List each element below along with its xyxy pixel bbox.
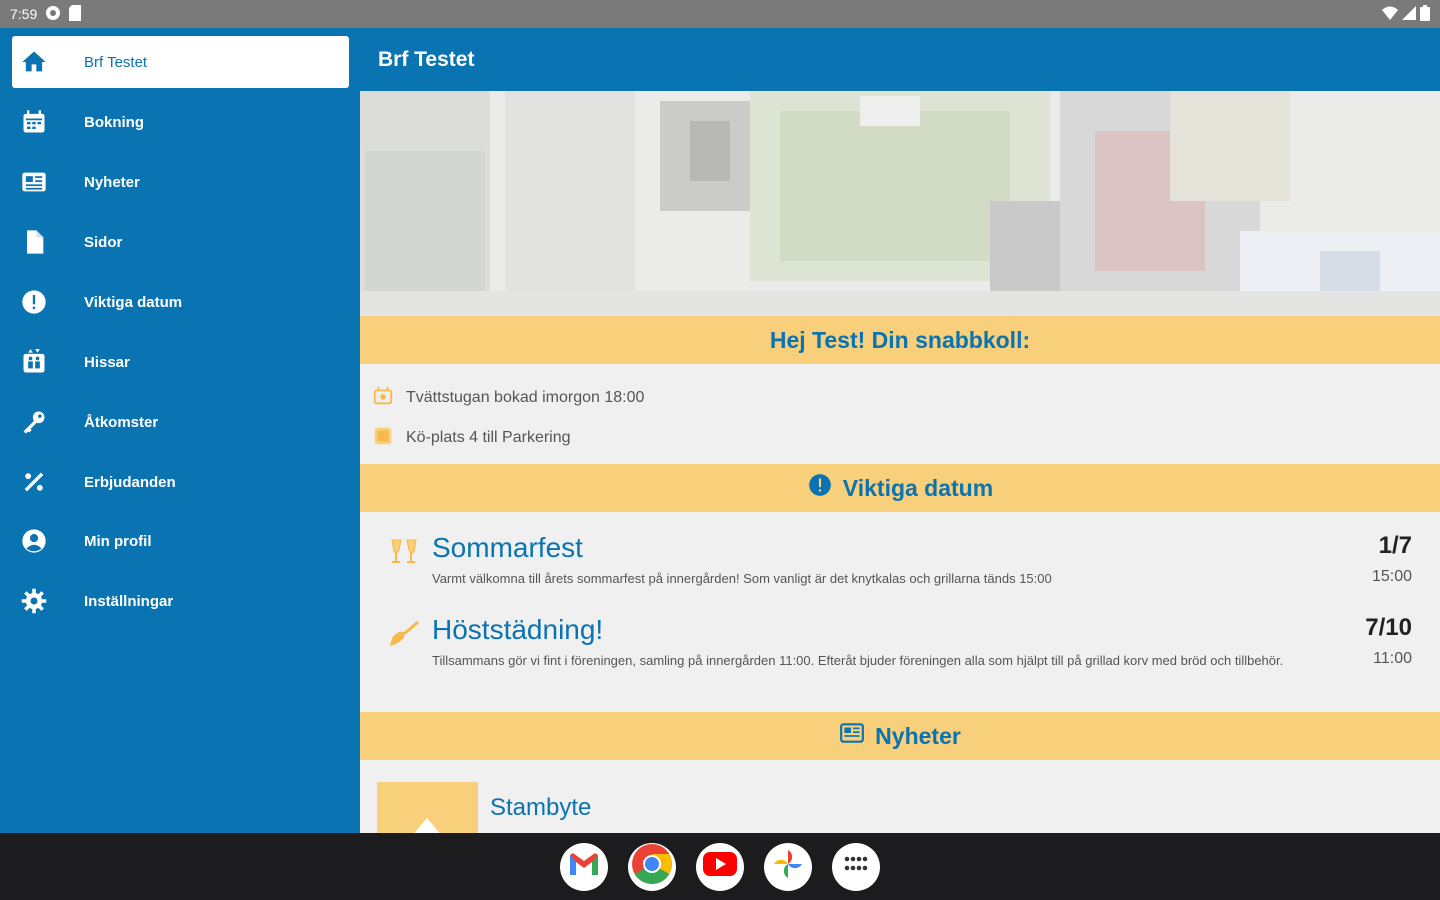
news-title: Stambyte <box>490 794 592 821</box>
event-time: 15:00 <box>1371 568 1412 585</box>
elevator-icon <box>12 348 56 376</box>
important-dates-header: Viktiga datum <box>360 464 1440 512</box>
app-bar: Brf Testet <box>360 28 1440 91</box>
alert-circle-icon <box>12 288 56 316</box>
apps-launcher[interactable] <box>832 842 880 891</box>
sidebar-item-atkomster[interactable]: Åtkomster <box>12 396 349 448</box>
broom-icon <box>388 620 420 712</box>
main-content: Brf Testet Hej Test! Din snabbkoll: Tvät… <box>360 28 1440 833</box>
sidebar-item-nyheter[interactable]: Nyheter <box>12 156 349 208</box>
sidebar-item-sidor[interactable]: Sidor <box>12 216 349 268</box>
sidebar-item-label: Min profil <box>84 532 152 550</box>
gear-icon <box>12 587 56 615</box>
chrome-app[interactable] <box>628 842 676 891</box>
key-icon <box>12 408 56 436</box>
percent-icon <box>12 468 56 496</box>
sidebar-item-label: Inställningar <box>84 592 174 610</box>
event-item[interactable]: Sommarfest Varmt välkomna till årets som… <box>360 532 1440 588</box>
event-date: 7/10 <box>1365 614 1412 641</box>
washer-icon <box>372 385 394 412</box>
sim-card-icon <box>69 4 82 24</box>
sidebar-item-label: Erbjudanden <box>84 473 176 491</box>
event-title: Sommarfest <box>432 532 583 563</box>
newspaper-icon <box>839 720 865 752</box>
event-item[interactable]: Höststädning! Tillsammans gör vi fint i … <box>360 614 1440 712</box>
app-dock <box>0 833 1440 900</box>
hero-aerial-image <box>360 91 1440 316</box>
quick-check-item[interactable]: Kö-plats 4 till Parkering <box>372 418 1440 458</box>
account-icon <box>12 527 56 555</box>
signal-icon <box>1402 5 1416 23</box>
battery-icon <box>1420 4 1430 24</box>
news-header: Nyheter <box>360 712 1440 760</box>
sidebar-item-installningar[interactable]: Inställningar <box>12 575 349 627</box>
status-time: 7:59 <box>10 6 38 22</box>
status-bar: 7:59 <box>0 0 1440 28</box>
important-dates-heading: Viktiga datum <box>842 474 994 501</box>
sidebar-item-label: Brf Testet <box>84 53 148 71</box>
sidebar-item-label: Bokning <box>84 113 144 131</box>
photos-app[interactable] <box>764 842 812 891</box>
page-icon <box>12 228 56 256</box>
chrome-icon <box>631 843 673 890</box>
news-item[interactable]: Stambyte <box>360 760 1440 833</box>
parking-icon <box>372 425 394 452</box>
gmail-app[interactable] <box>560 842 608 891</box>
app-grid-icon <box>844 856 868 877</box>
cheers-icon <box>388 538 420 588</box>
sidebar-item-label: Hissar <box>84 353 130 371</box>
quick-check-heading: Hej Test! Din snabbkoll: <box>769 326 1031 353</box>
youtube-app[interactable] <box>696 842 744 891</box>
alert-circle-icon <box>807 472 833 504</box>
youtube-icon <box>703 852 737 881</box>
event-description: Varmt välkomna till årets sommarfest på … <box>432 571 1052 586</box>
sidebar-item-erbjudanden[interactable]: Erbjudanden <box>12 456 349 508</box>
wifi-icon <box>1382 6 1398 23</box>
event-description: Tillsammans gör vi fint i föreningen, sa… <box>432 653 1284 668</box>
sidebar-item-min-profil[interactable]: Min profil <box>12 515 349 567</box>
quick-check-item[interactable]: Tvättstugan bokad imorgon 18:00 <box>372 378 1440 418</box>
sidebar-item-label: Sidor <box>84 233 123 251</box>
sidebar-item-label: Åtkomster <box>84 413 159 431</box>
newspaper-icon <box>12 168 56 196</box>
sidebar-item-home[interactable]: Brf Testet <box>12 36 349 88</box>
sidebar-item-viktiga-datum[interactable]: Viktiga datum <box>12 276 349 328</box>
gmail-icon <box>568 851 600 882</box>
settings-status-icon <box>45 5 61 24</box>
page-title: Brf Testet <box>378 47 475 71</box>
photos-icon <box>771 847 805 886</box>
quick-check-list: Tvättstugan bokad imorgon 18:00 Kö-plats… <box>360 364 1440 464</box>
home-icon <box>12 48 56 76</box>
event-date: 1/7 <box>1378 532 1412 559</box>
news-heading: Nyheter <box>875 722 961 749</box>
news-thumbnail <box>377 782 478 833</box>
sidebar-item-bokning[interactable]: Bokning <box>12 96 349 148</box>
sidebar-item-hissar[interactable]: Hissar <box>12 336 349 388</box>
quick-check-text: Kö-plats 4 till Parkering <box>406 429 571 446</box>
quick-check-text: Tvättstugan bokad imorgon 18:00 <box>406 389 645 406</box>
event-title: Höststädning! <box>432 614 604 645</box>
sidebar-item-label: Nyheter <box>84 173 140 191</box>
calendar-icon <box>12 108 56 136</box>
navigation-drawer: Brf Testet Bokning Nyheter Sidor Viktiga… <box>0 28 360 833</box>
sidebar-item-label: Viktiga datum <box>84 293 183 311</box>
event-time: 11:00 <box>1373 650 1412 667</box>
quick-check-header: Hej Test! Din snabbkoll: <box>360 316 1440 364</box>
